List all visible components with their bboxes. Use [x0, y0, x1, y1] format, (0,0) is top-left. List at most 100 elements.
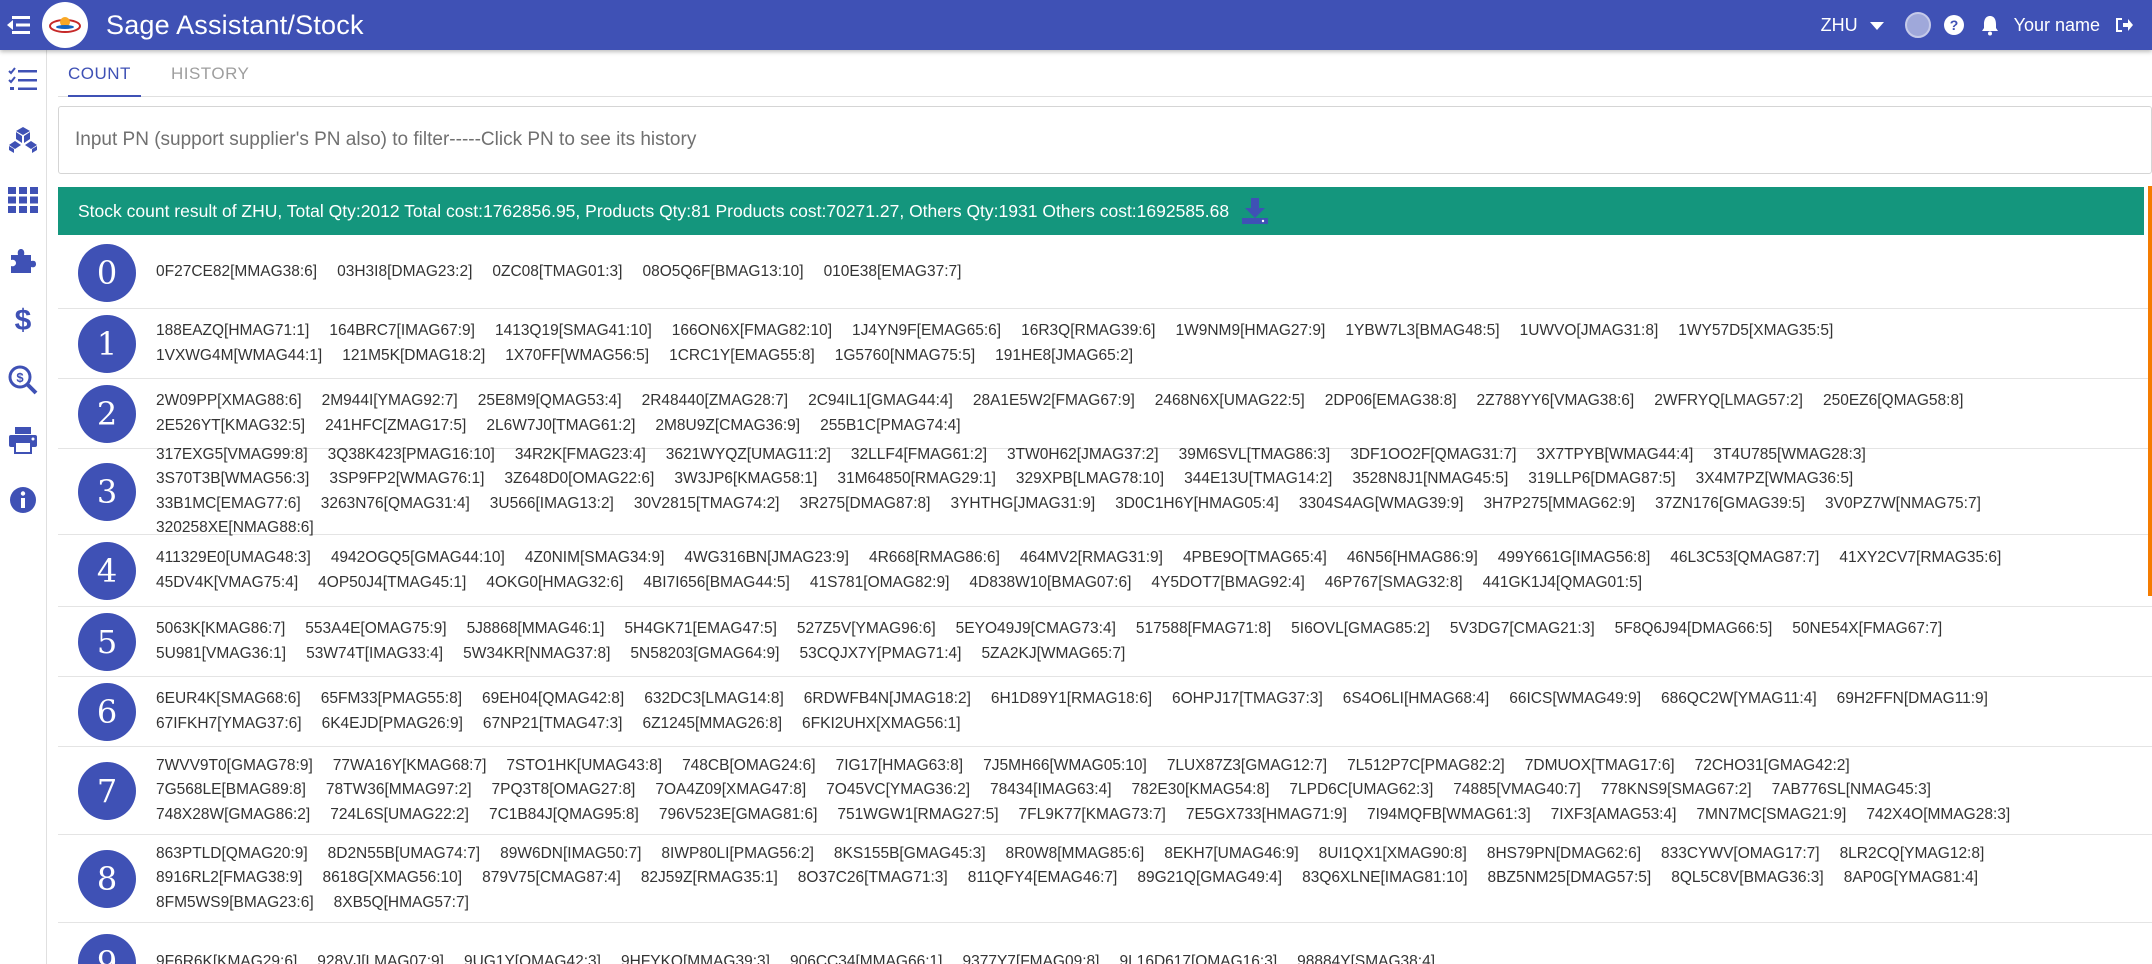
- pn-item[interactable]: 3621WYQZ[UMAG11:2]: [666, 443, 831, 468]
- pn-item[interactable]: 03H3I8[DMAG23:2]: [337, 260, 472, 285]
- pn-item[interactable]: 8618G[XMAG56:10]: [322, 866, 462, 891]
- menu-toggle-icon[interactable]: [2, 0, 36, 50]
- pn-item[interactable]: 7MN7MC[SMAG21:9]: [1696, 803, 1846, 828]
- pn-item[interactable]: 3528N8J1[NMAG45:5]: [1352, 467, 1508, 492]
- pn-item[interactable]: 6Z1245[MMAG26:8]: [642, 712, 782, 737]
- pn-item[interactable]: 3DF1OO2F[QMAG31:7]: [1350, 443, 1516, 468]
- pn-item[interactable]: 8EKH7[UMAG46:9]: [1164, 842, 1298, 867]
- pn-item[interactable]: 78434[IMAG63:4]: [990, 778, 1112, 803]
- pn-item[interactable]: 1W9NM9[HMAG27:9]: [1175, 319, 1325, 344]
- puzzle-icon[interactable]: [0, 230, 46, 290]
- profile-picture-icon[interactable]: [1904, 11, 1932, 39]
- pn-item[interactable]: 3X4M7PZ[WMAG36:5]: [1696, 467, 1854, 492]
- pn-item[interactable]: 724L6S[UMAG22:2]: [330, 803, 469, 828]
- help-icon[interactable]: ?: [1940, 11, 1968, 39]
- pn-item[interactable]: 4OP50J4[TMAG45:1]: [318, 571, 466, 596]
- pn-item[interactable]: 1X70FF[WMAG56:5]: [505, 344, 649, 369]
- pn-item[interactable]: 1CRC1Y[EMAG55:8]: [669, 344, 815, 369]
- grid-icon[interactable]: [0, 170, 46, 230]
- pn-item[interactable]: 5V3DG7[CMAG21:3]: [1450, 617, 1595, 642]
- pn-item[interactable]: 5W34KR[NMAG37:8]: [463, 642, 610, 667]
- pn-item[interactable]: 686QC2W[YMAG11:4]: [1661, 687, 1817, 712]
- pn-item[interactable]: 7WVV9T0[GMAG78:9]: [156, 754, 313, 779]
- pn-item[interactable]: 1J4YN9F[EMAG65:6]: [852, 319, 1001, 344]
- pn-item[interactable]: 879V75[CMAG87:4]: [482, 866, 621, 891]
- pn-item[interactable]: 8BZ5NM25[DMAG57:5]: [1488, 866, 1652, 891]
- pn-item[interactable]: 411329E0[UMAG48:3]: [156, 546, 311, 571]
- pn-item[interactable]: 98884Y[SMAG38:4]: [1297, 950, 1435, 964]
- pn-item[interactable]: 82J59Z[RMAG35:1]: [641, 866, 778, 891]
- pn-item[interactable]: 2C94IL1[GMAG44:4]: [808, 389, 953, 414]
- pn-item[interactable]: 3Z648D0[OMAG22:6]: [504, 467, 654, 492]
- pn-item[interactable]: 7L512P7C[PMAG82:2]: [1347, 754, 1505, 779]
- pn-item[interactable]: 6OHPJ17[TMAG37:3]: [1172, 687, 1323, 712]
- pn-item[interactable]: 4PBE9O[TMAG65:4]: [1183, 546, 1327, 571]
- pn-item[interactable]: 3263N76[QMAG31:4]: [321, 492, 470, 517]
- pn-item[interactable]: 9HFYKQ[MMAG39:3]: [621, 950, 770, 964]
- pn-item[interactable]: 796V523E[GMAG81:6]: [659, 803, 818, 828]
- dollar-icon[interactable]: $: [0, 290, 46, 350]
- pn-item[interactable]: 9F6R6K[KMAG29:6]: [156, 950, 297, 964]
- info-icon[interactable]: [0, 470, 46, 530]
- pn-item[interactable]: 77WA16Y[KMAG68:7]: [333, 754, 487, 779]
- pn-item[interactable]: 65FM33[PMAG55:8]: [321, 687, 462, 712]
- pn-item[interactable]: 89G21Q[GMAG49:4]: [1137, 866, 1282, 891]
- logout-icon[interactable]: [2110, 11, 2138, 39]
- pn-item[interactable]: 6S4O6LI[HMAG68:4]: [1343, 687, 1489, 712]
- pn-item[interactable]: 4OKG0[HMAG32:6]: [486, 571, 623, 596]
- pn-item[interactable]: 7LPD6C[UMAG62:3]: [1289, 778, 1433, 803]
- pn-item[interactable]: 7AB776SL[NMAG45:3]: [1772, 778, 1931, 803]
- pn-item[interactable]: 255B1C[PMAG74:4]: [820, 414, 960, 439]
- pn-item[interactable]: 1G5760[NMAG75:5]: [835, 344, 975, 369]
- pn-item[interactable]: 6RDWFB4N[JMAG18:2]: [804, 687, 971, 712]
- pn-item[interactable]: 188EAZQ[HMAG71:1]: [156, 319, 309, 344]
- pn-item[interactable]: 25E8M9[QMAG53:4]: [478, 389, 622, 414]
- search-dollar-icon[interactable]: $: [0, 350, 46, 410]
- pn-item[interactable]: 241HFC[ZMAG17:5]: [325, 414, 466, 439]
- pn-item[interactable]: 2Z788YY6[VMAG38:6]: [1477, 389, 1635, 414]
- pn-item[interactable]: 8LR2CQ[YMAG12:8]: [1840, 842, 1985, 867]
- pn-item[interactable]: 928VJ[LMAG07:9]: [317, 950, 444, 964]
- pn-item[interactable]: 83Q6XLNE[IMAG81:10]: [1302, 866, 1467, 891]
- pn-item[interactable]: 3D0C1H6Y[HMAG05:4]: [1115, 492, 1279, 517]
- pn-item[interactable]: 4WG316BN[JMAG23:9]: [684, 546, 849, 571]
- pn-item[interactable]: 010E38[EMAG37:7]: [824, 260, 962, 285]
- pn-item[interactable]: 3V0PZ7W[NMAG75:7]: [1825, 492, 1981, 517]
- pn-item[interactable]: 748X28W[GMAG86:2]: [156, 803, 310, 828]
- pn-item[interactable]: 7J5MH66[WMAG05:10]: [983, 754, 1147, 779]
- pn-item[interactable]: 553A4E[OMAG75:9]: [305, 617, 446, 642]
- pn-item[interactable]: 833CYWV[OMAG17:7]: [1661, 842, 1820, 867]
- pn-item[interactable]: 69EH04[QMAG42:8]: [482, 687, 624, 712]
- pn-item[interactable]: 3X7TPYB[WMAG44:4]: [1536, 443, 1693, 468]
- pn-item[interactable]: 32LLF4[FMAG61:2]: [851, 443, 987, 468]
- pn-item[interactable]: 2R48440[ZMAG28:7]: [642, 389, 788, 414]
- pn-item[interactable]: 50NE54X[FMAG67:7]: [1792, 617, 1942, 642]
- pn-item[interactable]: 6H1D89Y1[RMAG18:6]: [991, 687, 1152, 712]
- pn-item[interactable]: 8KS155B[GMAG45:3]: [834, 842, 986, 867]
- pn-item[interactable]: 191HE8[JMAG65:2]: [995, 344, 1133, 369]
- pn-item[interactable]: 164BRC7[IMAG67:9]: [329, 319, 475, 344]
- pn-item[interactable]: 441GK1J4[QMAG01:5]: [1483, 571, 1642, 596]
- pn-item[interactable]: 89W6DN[IMAG50:7]: [500, 842, 641, 867]
- pn-item[interactable]: 5ZA2KJ[WMAG65:7]: [981, 642, 1125, 667]
- pn-item[interactable]: 778KNS9[SMAG67:2]: [1601, 778, 1752, 803]
- pn-item[interactable]: 1413Q19[SMAG41:10]: [495, 319, 652, 344]
- pn-item[interactable]: 9UG1Y[QMAG42:3]: [464, 950, 601, 964]
- pn-item[interactable]: 1UWVO[JMAG31:8]: [1520, 319, 1659, 344]
- pn-item[interactable]: 8O37C26[TMAG71:3]: [798, 866, 948, 891]
- pn-item[interactable]: 2468N6X[UMAG22:5]: [1155, 389, 1305, 414]
- pn-item[interactable]: 7C1B84J[QMAG95:8]: [489, 803, 639, 828]
- pn-item[interactable]: 5063K[KMAG86:7]: [156, 617, 285, 642]
- pn-item[interactable]: 6K4EJD[PMAG26:9]: [322, 712, 463, 737]
- pn-item[interactable]: 344E13U[TMAG14:2]: [1184, 467, 1332, 492]
- pn-item[interactable]: 742X4O[MMAG28:3]: [1866, 803, 2010, 828]
- pn-item[interactable]: 8D2N55B[UMAG74:7]: [328, 842, 481, 867]
- pn-item[interactable]: 3R275[DMAG87:8]: [800, 492, 931, 517]
- pn-item[interactable]: 8XB5Q[HMAG57:7]: [334, 891, 469, 916]
- pn-item[interactable]: 67NP21[TMAG47:3]: [483, 712, 623, 737]
- pn-item[interactable]: 8R0W8[MMAG85:6]: [1006, 842, 1145, 867]
- pn-item[interactable]: 7LUX87Z3[GMAG12:7]: [1167, 754, 1327, 779]
- printer-icon[interactable]: [0, 410, 46, 470]
- pn-item[interactable]: 46L3C53[QMAG87:7]: [1670, 546, 1819, 571]
- download-icon[interactable]: [1241, 197, 1269, 225]
